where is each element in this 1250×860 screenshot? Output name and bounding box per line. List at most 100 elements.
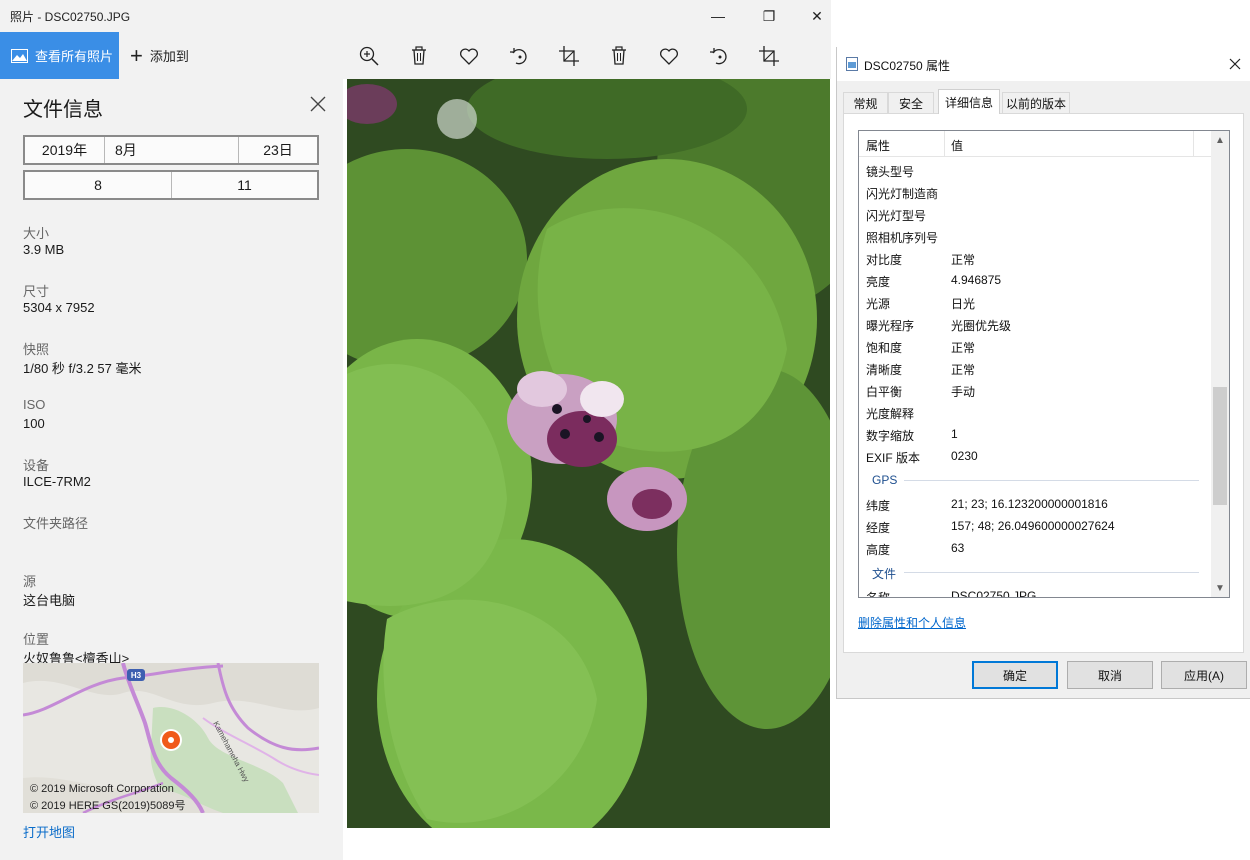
property-row[interactable]: 光源 日光: [859, 291, 1211, 313]
details-tab-body: 属性 值 镜头型号 闪光灯制造商 闪光灯型号 照相机序列号 对比度 正常 亮度 4.…: [843, 113, 1244, 653]
shot-value: 1/80 秒 f/3.2 57 毫米: [23, 361, 142, 376]
day-field[interactable]: 23日: [239, 137, 317, 163]
ok-button[interactable]: 确定: [972, 661, 1058, 689]
tab-previous-versions[interactable]: 以前的版本: [1002, 92, 1070, 113]
property-row[interactable]: 饱和度 正常: [859, 335, 1211, 357]
open-map-link[interactable]: 打开地图: [23, 822, 75, 841]
property-row[interactable]: 经度 157; 48; 26.049600000027624: [859, 515, 1211, 537]
command-bar: 查看所有照片 + 添加到: [0, 32, 831, 79]
property-name: 白平衡: [866, 385, 903, 399]
property-row[interactable]: 数字缩放 1: [859, 423, 1211, 445]
shot-label: 快照: [23, 342, 50, 357]
group-header-gps[interactable]: GPS: [859, 470, 1211, 492]
month-field[interactable]: 8月: [105, 137, 239, 163]
properties-dialog: DSC02750 属性 常规 安全 详细信息 以前的版本 属性 值 镜头型号 闪…: [836, 47, 1250, 699]
property-row[interactable]: 照相机序列号: [859, 225, 1211, 247]
dimensions-value: 5304 x 7952: [23, 300, 95, 315]
tab-general[interactable]: 常规: [843, 92, 888, 113]
source-value: 这台电脑: [23, 593, 76, 608]
property-row[interactable]: 名称 DSC02750.JPG: [859, 585, 1211, 597]
zoom-in-icon[interactable]: [357, 44, 381, 68]
close-icon[interactable]: [1227, 56, 1243, 72]
property-value: 正常: [951, 341, 976, 355]
image-file-icon: [846, 57, 858, 71]
hour-field[interactable]: 8: [25, 172, 172, 198]
dialog-title-bar: DSC02750 属性: [837, 47, 1250, 81]
date-picker[interactable]: 2019年 8月 23日: [23, 135, 319, 165]
delete-icon[interactable]: [607, 44, 631, 68]
apply-button[interactable]: 应用(A): [1161, 661, 1247, 689]
iso-label: ISO: [23, 397, 46, 412]
minimize-button[interactable]: —: [695, 0, 741, 32]
property-row[interactable]: 高度 63: [859, 537, 1211, 559]
scrollbar-thumb[interactable]: [1213, 387, 1227, 505]
property-row[interactable]: 闪光灯制造商: [859, 181, 1211, 203]
group-divider: [904, 480, 1199, 481]
picture-icon: [11, 48, 28, 63]
time-picker[interactable]: 8 11: [23, 170, 319, 200]
property-row[interactable]: 纬度 21; 23; 16.123200000001816: [859, 493, 1211, 515]
property-row[interactable]: 曝光程序 光圈优先级: [859, 313, 1211, 335]
window-title: 照片 - DSC02750.JPG: [10, 10, 131, 24]
close-icon[interactable]: [307, 93, 329, 115]
minimize-icon: —: [711, 8, 725, 24]
add-to-button[interactable]: + 添加到: [130, 32, 189, 79]
property-value: 正常: [951, 253, 976, 267]
view-all-photos-button[interactable]: 查看所有照片: [0, 32, 119, 79]
property-name: 高度: [866, 543, 891, 557]
properties-list[interactable]: 属性 值 镜头型号 闪光灯制造商 闪光灯型号 照相机序列号 对比度 正常 亮度 4.…: [858, 130, 1230, 598]
property-name: 亮度: [866, 275, 891, 289]
close-button[interactable]: ✕: [794, 0, 840, 32]
property-value: 手动: [951, 385, 976, 399]
close-icon: ✕: [811, 7, 823, 24]
map-copyright-here: © 2019 HERE GS(2019)5089号: [30, 800, 186, 812]
favorite-icon[interactable]: [457, 44, 481, 68]
property-row[interactable]: 对比度 正常: [859, 247, 1211, 269]
tab-details[interactable]: 详细信息: [938, 89, 1000, 114]
vertical-scrollbar[interactable]: ▲ ▼: [1211, 131, 1229, 597]
source-label: 源: [23, 574, 37, 589]
property-name: 光源: [866, 297, 891, 311]
photo-view[interactable]: [347, 79, 830, 828]
property-row[interactable]: 白平衡 手动: [859, 379, 1211, 401]
scroll-up-icon[interactable]: ▲: [1211, 131, 1229, 149]
scroll-down-icon[interactable]: ▼: [1211, 579, 1229, 597]
cancel-button[interactable]: 取消: [1067, 661, 1153, 689]
delete-icon[interactable]: [407, 44, 431, 68]
size-label: 大小: [23, 226, 50, 241]
property-name: EXIF 版本: [866, 451, 921, 465]
crop-icon[interactable]: [757, 44, 781, 68]
column-divider[interactable]: [944, 131, 945, 157]
property-value: 正常: [951, 363, 976, 377]
property-name: 经度: [866, 521, 891, 535]
tab-security[interactable]: 安全: [888, 92, 934, 113]
location-map[interactable]: H3 Kamehameha Hwy © 2019 Microsoft Corpo…: [23, 663, 319, 813]
group-name: 文件: [872, 567, 897, 581]
remove-properties-link[interactable]: 删除属性和个人信息: [858, 614, 966, 631]
property-row[interactable]: EXIF 版本 0230: [859, 445, 1211, 467]
minute-field[interactable]: 11: [172, 172, 317, 198]
property-name: 镜头型号: [866, 165, 915, 179]
maximize-button[interactable]: ❐: [746, 0, 792, 32]
column-header-value[interactable]: 值: [951, 137, 963, 154]
year-field[interactable]: 2019年: [25, 137, 105, 163]
rotate-icon[interactable]: [507, 44, 531, 68]
device-value: ILCE-7RM2: [23, 474, 91, 489]
view-all-label: 查看所有照片: [35, 49, 114, 64]
property-row[interactable]: 亮度 4.946875: [859, 269, 1211, 291]
column-header-property[interactable]: 属性: [866, 137, 890, 154]
dialog-title: DSC02750 属性: [864, 59, 951, 73]
folder-path-label: 文件夹路径: [23, 516, 89, 531]
favorite-icon[interactable]: [657, 44, 681, 68]
crop-icon[interactable]: [557, 44, 581, 68]
property-row[interactable]: 闪光灯型号: [859, 203, 1211, 225]
rotate-icon[interactable]: [707, 44, 731, 68]
property-row[interactable]: 镜头型号: [859, 159, 1211, 181]
dimensions-label: 尺寸: [23, 284, 50, 299]
property-value: 21; 23; 16.123200000001816: [951, 497, 1108, 511]
property-name: 对比度: [866, 253, 903, 267]
property-row[interactable]: 清晰度 正常: [859, 357, 1211, 379]
group-header-file[interactable]: 文件: [859, 562, 1211, 584]
column-divider[interactable]: [1193, 131, 1194, 157]
property-row[interactable]: 光度解释: [859, 401, 1211, 423]
